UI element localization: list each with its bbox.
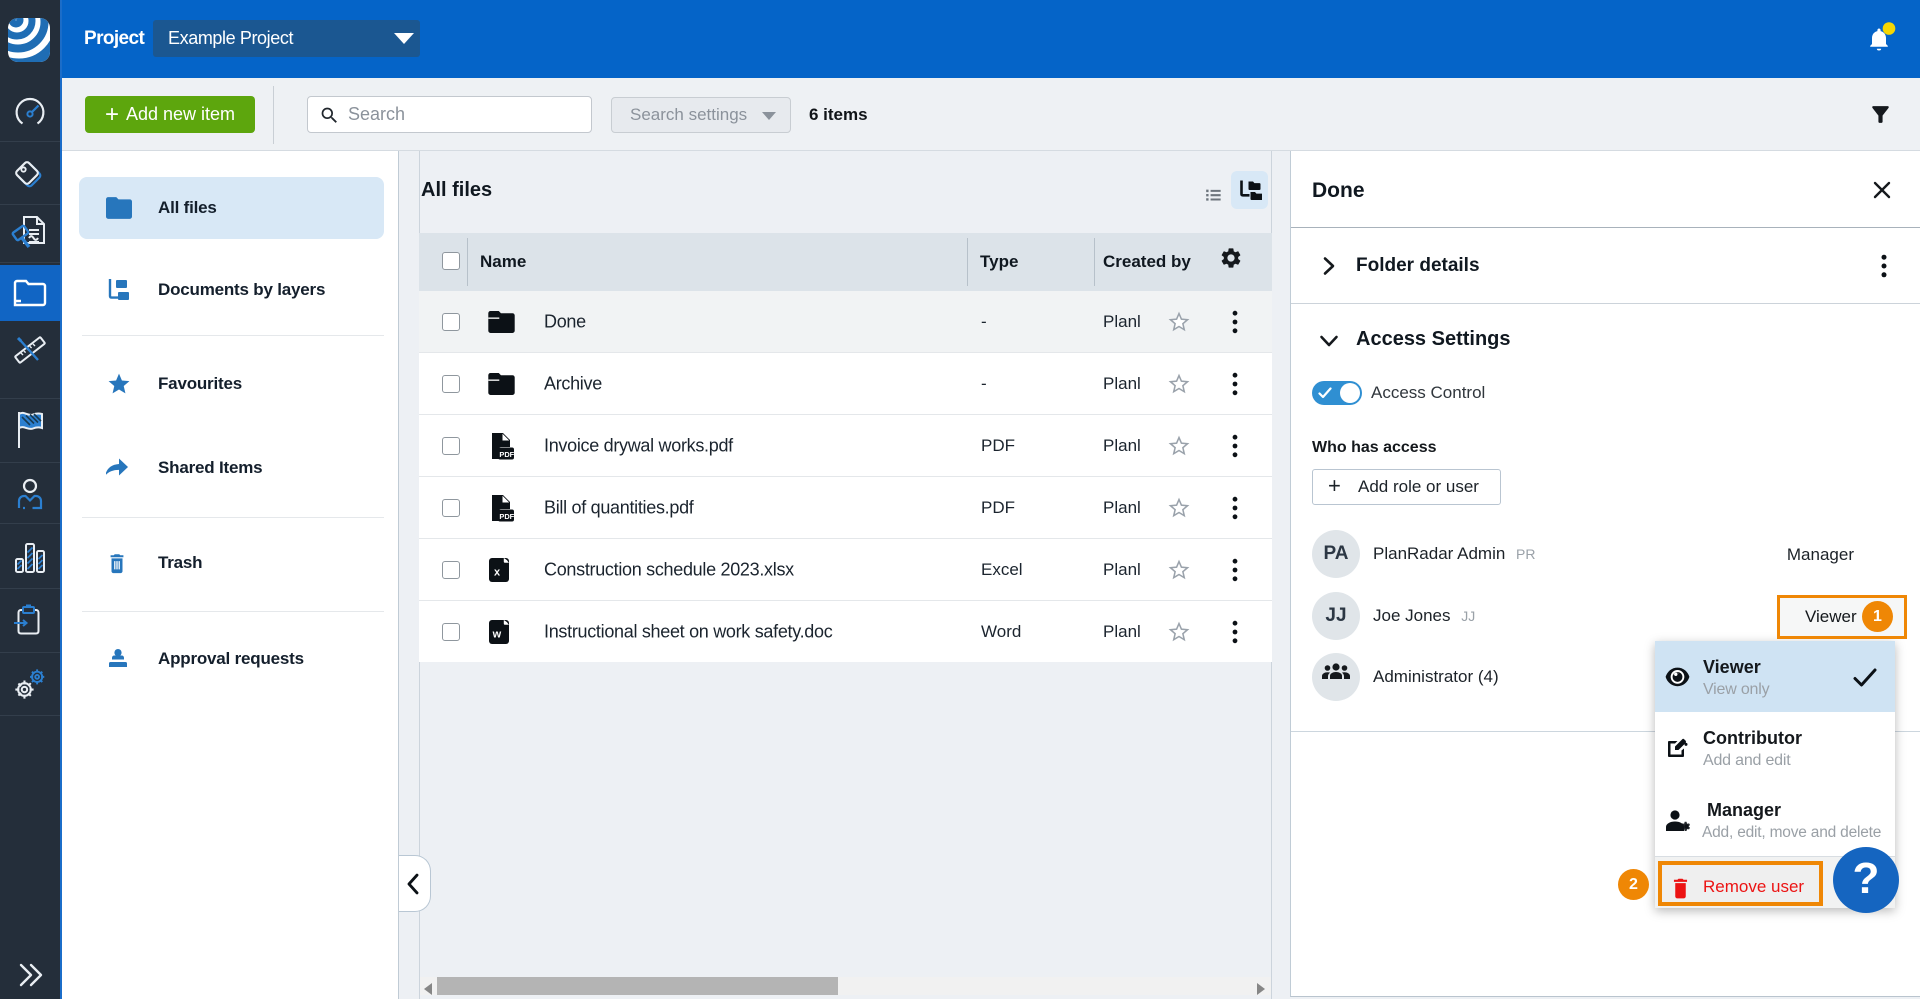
svg-text:PDF: PDF — [499, 512, 514, 521]
svg-text:x: x — [494, 566, 501, 578]
svg-text:PDF: PDF — [499, 450, 514, 459]
svg-text:w: w — [492, 628, 502, 640]
